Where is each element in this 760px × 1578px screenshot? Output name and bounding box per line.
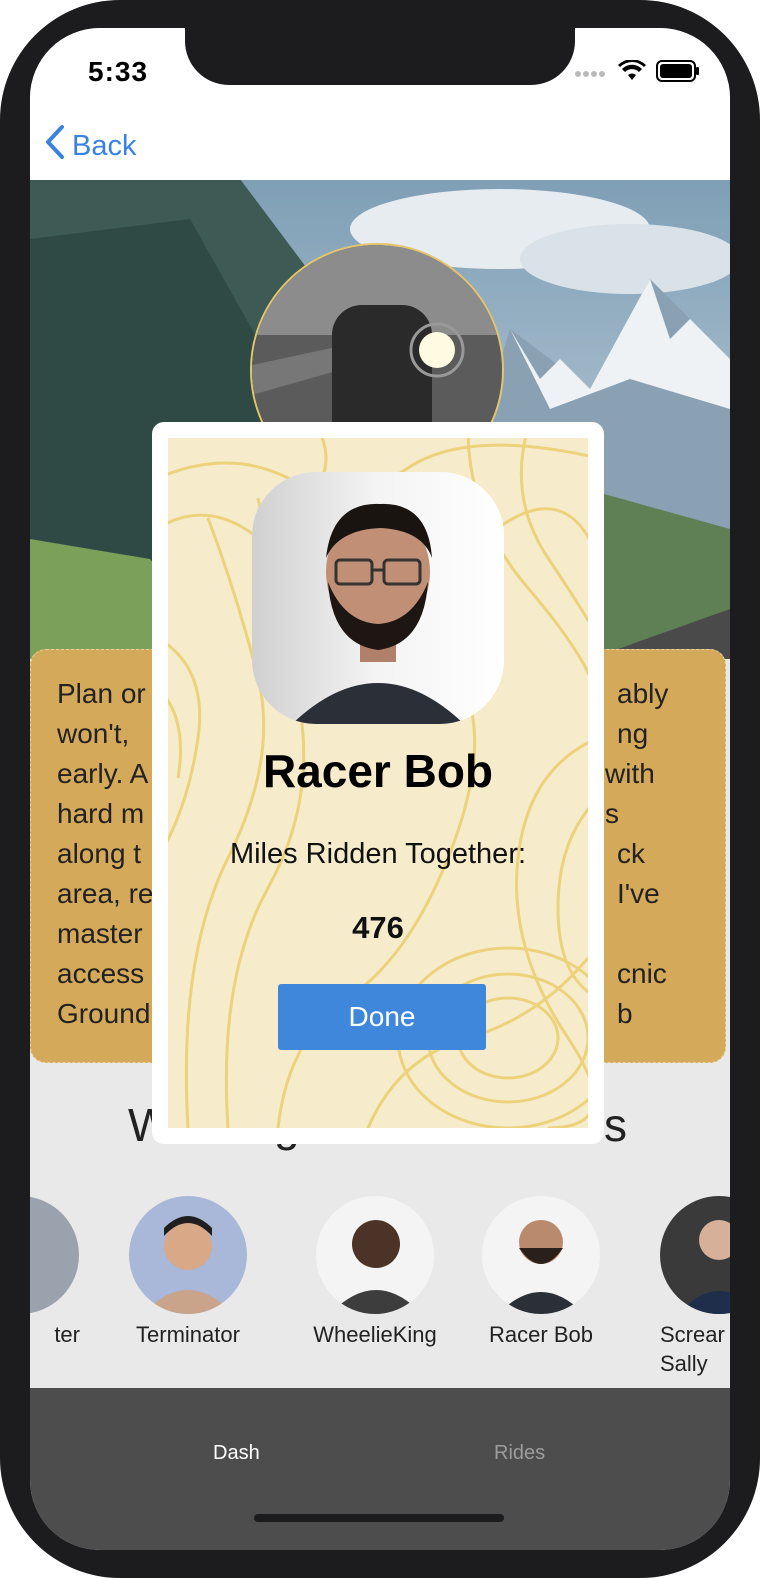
avatar xyxy=(129,1196,247,1314)
rider-photo xyxy=(252,472,504,724)
home-indicator xyxy=(254,1514,504,1522)
rider-item[interactable]: Terminator xyxy=(113,1196,263,1349)
tab-rides[interactable]: Rides xyxy=(494,1442,545,1465)
notch xyxy=(185,28,575,85)
miles-label: Miles Ridden Together: xyxy=(229,838,527,870)
rider-name: Screar Sally xyxy=(660,1322,725,1376)
signal-icon xyxy=(574,65,608,83)
story-line: won't, xyxy=(57,718,130,749)
section-heading-right: s xyxy=(604,1099,627,1151)
rider-name: ter xyxy=(54,1322,80,1347)
chevron-left-icon xyxy=(44,124,66,168)
story-line: access xyxy=(57,958,145,989)
rider-name-title: Racer Bob xyxy=(262,745,494,797)
story-line: ably xyxy=(617,678,669,709)
story-line: early. A xyxy=(57,758,149,789)
modal-card: Racer Bob Miles Ridden Together: 476 Don… xyxy=(168,438,588,1128)
avatar xyxy=(660,1196,730,1314)
avatar xyxy=(30,1196,79,1314)
rider-name: Terminator xyxy=(136,1322,240,1347)
rider-item[interactable]: Screar Sally xyxy=(644,1196,730,1378)
story-line: I've xyxy=(617,878,660,909)
rider-name: WheelieKing xyxy=(313,1322,437,1347)
story-line: cnic xyxy=(617,958,667,989)
phone-frame: 5:33 Back Plan or ably won't, ng early. … xyxy=(0,0,760,1578)
story-line: b xyxy=(617,998,633,1029)
tab-bar: Dash Rides xyxy=(30,1388,730,1550)
story-line: hard m xyxy=(57,798,145,829)
back-button[interactable]: Back xyxy=(44,124,136,168)
avatar xyxy=(316,1196,434,1314)
story-line: ck xyxy=(617,838,645,869)
miles-value: 476 xyxy=(352,910,404,945)
back-label: Back xyxy=(72,129,137,162)
navigation-bar: Back xyxy=(30,116,730,180)
story-line: master xyxy=(57,918,143,949)
rider-name: Racer Bob xyxy=(489,1322,593,1347)
battery-icon xyxy=(656,60,700,87)
rider-item[interactable]: WheelieKing xyxy=(300,1196,450,1349)
story-line: Ground xyxy=(57,998,151,1029)
story-line: area, re xyxy=(57,878,154,909)
rider-item[interactable]: Racer Bob xyxy=(466,1196,616,1349)
story-line: Plan or xyxy=(57,678,146,709)
story-line: s xyxy=(605,798,619,829)
avatar xyxy=(482,1196,600,1314)
tab-dash[interactable]: Dash xyxy=(213,1442,260,1465)
story-line: along t xyxy=(57,838,142,869)
screen: 5:33 Back Plan or ably won't, ng early. … xyxy=(30,28,730,1550)
status-icons xyxy=(574,59,700,87)
rider-profile-modal: Racer Bob Miles Ridden Together: 476 Don… xyxy=(152,422,604,1144)
done-button[interactable]: Done xyxy=(278,984,486,1050)
story-line: with xyxy=(605,758,655,789)
status-time: 5:33 xyxy=(88,56,149,87)
riders-list: ter Terminator WheelieKing Racer Bob Scr… xyxy=(30,1196,730,1386)
rider-item[interactable]: ter xyxy=(30,1196,95,1349)
story-line: ng xyxy=(617,718,649,749)
wifi-icon xyxy=(618,59,646,87)
